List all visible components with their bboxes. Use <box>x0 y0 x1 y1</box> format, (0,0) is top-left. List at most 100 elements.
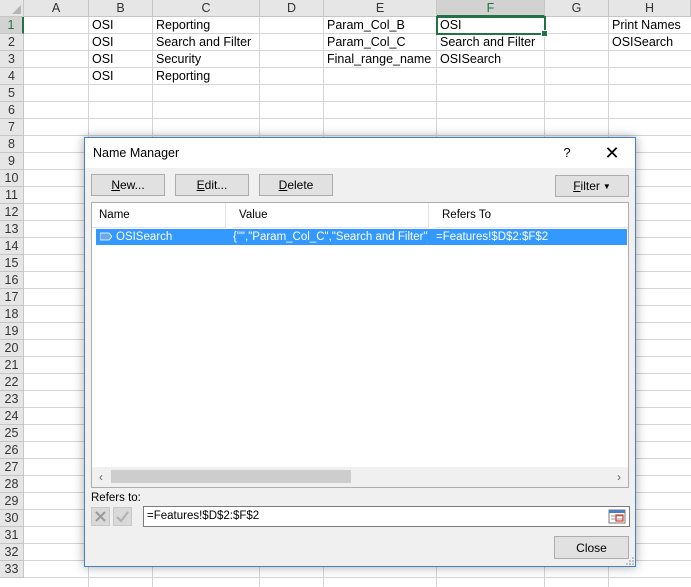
dialog-titlebar[interactable]: Name Manager ? ✕ <box>85 138 635 168</box>
cell-b4[interactable]: OSI <box>89 68 114 85</box>
cell-c3[interactable]: Security <box>153 51 201 68</box>
row-header-4[interactable]: 4 <box>0 68 24 85</box>
row-header-23[interactable]: 23 <box>0 391 24 408</box>
cell-e1[interactable]: Param_Col_B <box>324 17 405 34</box>
cell-c1[interactable]: Reporting <box>153 17 210 34</box>
horizontal-scrollbar[interactable]: ‹ › <box>92 467 628 487</box>
row-header-5[interactable]: 5 <box>0 85 24 102</box>
column-header-b[interactable]: B <box>89 0 153 17</box>
row-header-31[interactable]: 31 <box>0 527 24 544</box>
cell-e3[interactable]: Final_range_name <box>324 51 431 68</box>
refers-to-label: Refers to: <box>91 492 141 504</box>
row-header-19[interactable]: 19 <box>0 323 24 340</box>
row-header-24[interactable]: 24 <box>0 408 24 425</box>
cancel-edit-button[interactable] <box>91 507 110 526</box>
column-refers-to-header[interactable]: Refers To <box>435 203 628 228</box>
dropdown-arrow-icon: ▼ <box>602 181 611 191</box>
column-header-e[interactable]: E <box>324 0 437 17</box>
gridline <box>24 118 691 119</box>
gridline <box>24 135 691 136</box>
cancel-x-icon <box>95 511 106 522</box>
gridline <box>24 577 691 578</box>
cell-e2[interactable]: Param_Col_C <box>324 34 406 51</box>
row-header-7[interactable]: 7 <box>0 119 24 136</box>
row-header-30[interactable]: 30 <box>0 510 24 527</box>
row-value: {"","Param_Col_C","Search and Filter"} <box>233 231 428 243</box>
close-button-label: Close <box>576 540 607 555</box>
edit-button-label: Edit... <box>196 178 228 192</box>
scrollbar-thumb[interactable] <box>111 470 351 483</box>
filter-button-label: Filter <box>573 179 600 193</box>
row-header-10[interactable]: 10 <box>0 170 24 187</box>
list-row-selected[interactable]: OSISearch {"","Param_Col_C","Search and … <box>96 229 627 245</box>
filter-button[interactable]: Filter ▼ <box>555 175 629 197</box>
row-header-11[interactable]: 11 <box>0 187 24 204</box>
row-header-29[interactable]: 29 <box>0 493 24 510</box>
scroll-left-icon[interactable]: ‹ <box>92 467 110 487</box>
row-header-32[interactable]: 32 <box>0 544 24 561</box>
row-refers-to: =Features!$D$2:$F$2 <box>436 231 549 243</box>
column-header-g[interactable]: G <box>545 0 609 17</box>
row-header-2[interactable]: 2 <box>0 34 24 51</box>
row-header-25[interactable]: 25 <box>0 425 24 442</box>
cell-c2[interactable]: Search and Filter <box>153 34 251 51</box>
column-header-c[interactable]: C <box>153 0 260 17</box>
dialog-close-button[interactable]: ✕ <box>595 143 629 163</box>
column-header-d[interactable]: D <box>260 0 324 17</box>
row-header-12[interactable]: 12 <box>0 204 24 221</box>
resize-grip-icon[interactable] <box>626 557 634 565</box>
delete-button[interactable]: Delete <box>259 174 333 196</box>
scroll-right-icon[interactable]: › <box>610 467 628 487</box>
help-button[interactable]: ? <box>559 143 575 163</box>
delete-button-label: Delete <box>278 178 314 192</box>
row-header-16[interactable]: 16 <box>0 272 24 289</box>
row-header-22[interactable]: 22 <box>0 374 24 391</box>
row-header-20[interactable]: 20 <box>0 340 24 357</box>
column-value-header[interactable]: Value <box>232 203 429 228</box>
cell-b1[interactable]: OSI <box>89 17 114 34</box>
checkmark-icon <box>116 511 129 523</box>
row-header-28[interactable]: 28 <box>0 476 24 493</box>
row-header-17[interactable]: 17 <box>0 289 24 306</box>
column-header-h[interactable]: H <box>609 0 691 17</box>
new-button[interactable]: New... <box>91 174 165 196</box>
new-button-label: New... <box>111 178 145 192</box>
cell-f3[interactable]: OSISearch <box>437 51 501 68</box>
row-header-14[interactable]: 14 <box>0 238 24 255</box>
row-header-6[interactable]: 6 <box>0 102 24 119</box>
close-button[interactable]: Close <box>554 536 629 559</box>
column-header-f[interactable]: F <box>437 0 545 17</box>
cell-b3[interactable]: OSI <box>89 51 114 68</box>
gridline <box>24 101 691 102</box>
cell-c4[interactable]: Reporting <box>153 68 210 85</box>
names-list[interactable]: Name Value Refers To OSISearch {"","Para… <box>91 202 629 488</box>
row-header-1[interactable]: 1 <box>0 17 24 34</box>
column-header-a[interactable]: A <box>24 0 89 17</box>
row-header-8[interactable]: 8 <box>0 136 24 153</box>
cell-f2[interactable]: Search and Filter <box>437 34 535 51</box>
cell-h1[interactable]: Print Names <box>609 17 681 34</box>
dialog-title: Name Manager <box>93 146 180 160</box>
row-header-13[interactable]: 13 <box>0 221 24 238</box>
collapse-dialog-icon[interactable] <box>607 508 627 525</box>
row-header-3[interactable]: 3 <box>0 51 24 68</box>
row-header-26[interactable]: 26 <box>0 442 24 459</box>
column-name-header[interactable]: Name <box>92 203 226 228</box>
row-header-27[interactable]: 27 <box>0 459 24 476</box>
confirm-edit-button[interactable] <box>113 507 132 526</box>
row-header-9[interactable]: 9 <box>0 153 24 170</box>
refers-to-input[interactable]: =Features!$D$2:$F$2 <box>143 506 630 527</box>
select-all-corner[interactable] <box>0 0 24 17</box>
refers-to-label-text: Refers to: <box>91 492 141 504</box>
row-header-18[interactable]: 18 <box>0 306 24 323</box>
row-header-21[interactable]: 21 <box>0 357 24 374</box>
active-cell-outline <box>436 16 548 37</box>
cell-b2[interactable]: OSI <box>89 34 114 51</box>
row-header-15[interactable]: 15 <box>0 255 24 272</box>
row-name: OSISearch <box>116 231 173 243</box>
gridline <box>24 84 691 85</box>
row-header-33[interactable]: 33 <box>0 561 24 578</box>
cell-h2[interactable]: OSISearch <box>609 34 673 51</box>
edit-button[interactable]: Edit... <box>175 174 249 196</box>
named-range-icon <box>100 232 112 241</box>
